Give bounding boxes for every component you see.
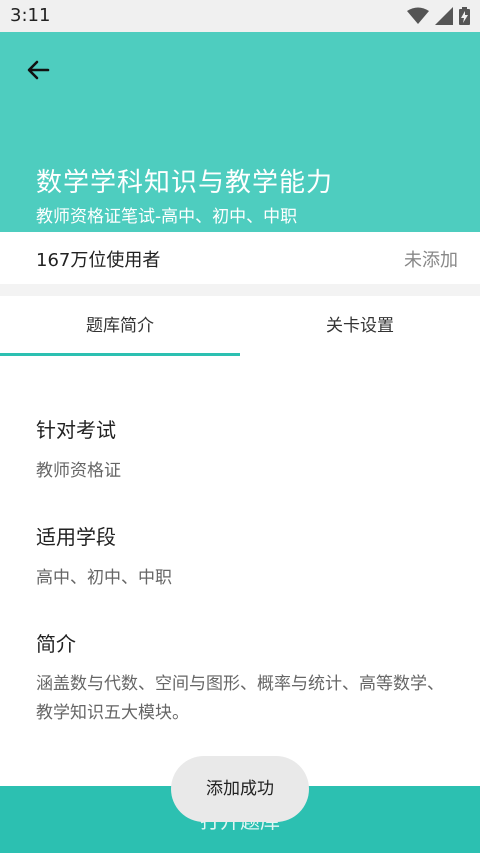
wifi-icon [407, 7, 429, 24]
page-subtitle: 教师资格证笔试-高中、初中、中职 [36, 207, 298, 227]
section-title-intro: 简介 [36, 632, 76, 656]
page-title: 数学学科知识与教学能力 [36, 168, 334, 198]
status-icons [407, 7, 470, 25]
tab-intro[interactable]: 题库简介 [0, 296, 240, 356]
signal-icon [435, 7, 453, 25]
back-button[interactable] [22, 54, 54, 86]
section-value-intro: 涵盖数与代数、空间与图形、概率与统计、高等数学、教学知识五大模块。 [36, 674, 444, 723]
section-value-exam: 教师资格证 [36, 461, 121, 481]
add-status[interactable]: 未添加 [404, 246, 458, 272]
battery-charging-icon [459, 7, 470, 25]
status-bar: 3:11 [0, 0, 480, 32]
tab-level-settings[interactable]: 关卡设置 [240, 296, 480, 356]
toast-message: 添加成功 [171, 756, 309, 822]
tab-bar: 题库简介 关卡设置 [0, 296, 480, 356]
stats-row: 167万位使用者 未添加 [0, 232, 480, 284]
section-title-stage: 适用学段 [36, 525, 116, 549]
user-count: 167万位使用者 [36, 250, 161, 271]
status-time: 3:11 [10, 5, 51, 26]
section-title-exam: 针对考试 [36, 418, 116, 442]
header: 数学学科知识与教学能力 教师资格证笔试-高中、初中、中职 [0, 32, 480, 232]
section-value-stage: 高中、初中、中职 [36, 568, 172, 588]
tab-indicator [0, 353, 240, 356]
divider [0, 284, 480, 296]
arrow-back-icon [27, 60, 50, 80]
